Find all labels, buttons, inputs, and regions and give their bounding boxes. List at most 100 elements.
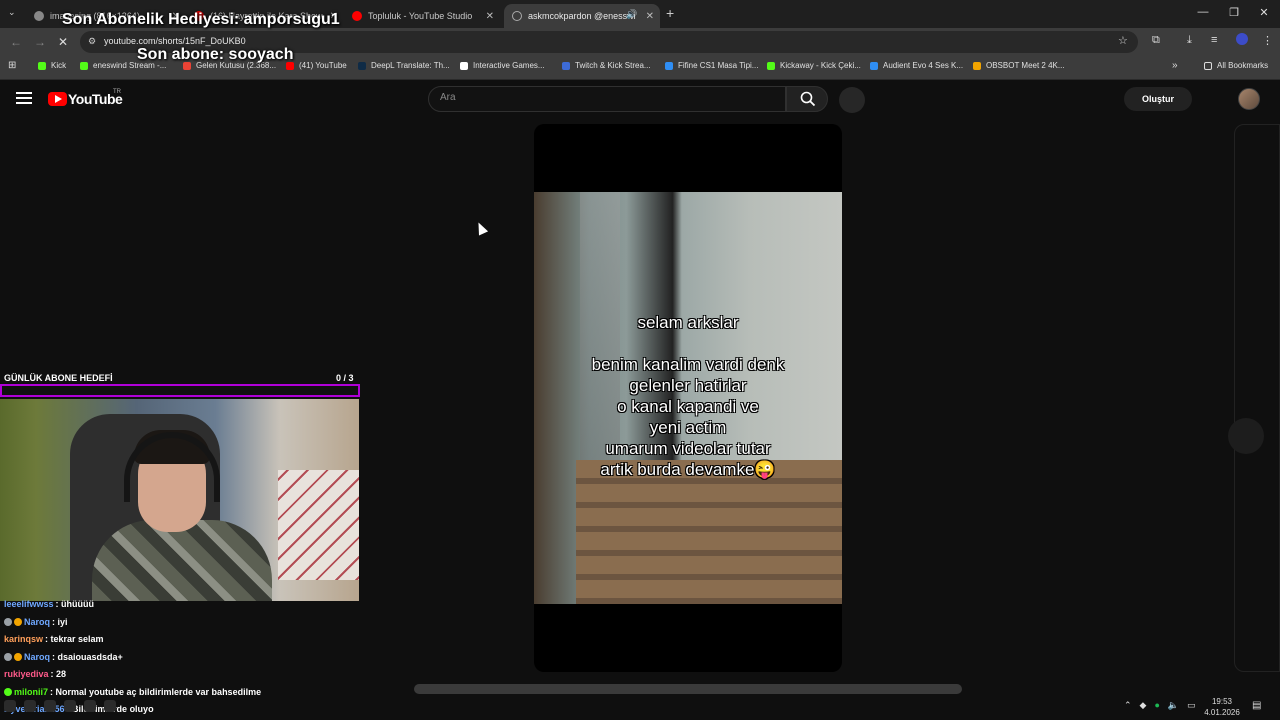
clock-time: 19:53 [1211, 697, 1233, 706]
next-short-button[interactable] [1228, 418, 1264, 454]
bookmark-label: Kickaway - Kick Çeki... [780, 61, 861, 70]
avatar[interactable] [1238, 88, 1260, 110]
chat-message: karinqsw: tekrar selam [4, 634, 104, 644]
caption-line: benim kanalim vardi denk [591, 355, 785, 374]
tab-search-icon[interactable]: ⌄ [8, 7, 16, 18]
video-caption: selam arkslar benim kanalim vardi denk g… [534, 312, 842, 480]
last-sub-overlay: Son abone: sooyach [137, 46, 294, 63]
reload-icon[interactable]: ✕ [58, 35, 68, 49]
country-code: TR [113, 89, 121, 95]
bookmark-label: DeepL Translate: Th... [371, 61, 450, 70]
notification-icon[interactable]: ▤ [1252, 700, 1261, 711]
discord-tray-icon[interactable]: ◆ [1140, 700, 1147, 711]
back-icon[interactable]: ← [10, 35, 22, 49]
media-controls-icon[interactable]: ≡ [1211, 34, 1217, 46]
chat-username: rukiyediva [4, 669, 49, 679]
sub-goal-label: GÜNLÜK ABONE HEDEFİ [4, 373, 113, 383]
profile-icon[interactable] [1236, 33, 1248, 45]
new-tab-button[interactable]: + [666, 5, 674, 21]
sub-goal-count: 0 / 3 [336, 373, 354, 383]
bookmark-interactive-games[interactable]: Interactive Games... [460, 61, 545, 70]
kick-icon [38, 61, 46, 70]
chat-username: leeelifwwss [4, 599, 54, 609]
bookmark-deepl[interactable]: DeepL Translate: Th... [358, 61, 450, 70]
obsbot-icon [973, 61, 981, 70]
extensions-icon[interactable]: ⧉ [1152, 34, 1160, 47]
chat-badge-icon [14, 618, 22, 626]
bookmark-label: Fifine CS1 Masa Tipi... [678, 61, 759, 70]
all-bookmarks[interactable]: All Bookmarks [1204, 61, 1268, 70]
bookmark-audient[interactable]: Audient Evo 4 Ses K... [870, 61, 963, 70]
obs-icon[interactable] [104, 700, 116, 712]
loading-icon [512, 11, 522, 21]
apps-grid-icon[interactable]: ⊞ [8, 60, 16, 71]
streamer-body [92, 520, 272, 601]
caption-line: artik burda devamke😜 [600, 460, 776, 479]
spotify-tray-icon[interactable]: ● [1154, 700, 1159, 711]
url-text[interactable]: youtube.com/shorts/15nF_DoUKB0 [104, 36, 246, 46]
chevron-up-icon[interactable]: ⌃ [1124, 700, 1132, 711]
chat-username: Naroq [24, 652, 51, 662]
chrome-icon[interactable] [44, 700, 56, 712]
chat-text: Normal youtube aç bildirimlerde var bahs… [55, 687, 262, 697]
spotify-icon[interactable] [84, 700, 96, 712]
network-icon[interactable]: ▭ [1187, 700, 1196, 711]
tab-label: Topluluk - YouTube Studio [368, 11, 473, 21]
speaker-icon[interactable]: 🔊 [626, 9, 637, 20]
bookmark-youtube[interactable]: (41) YouTube [286, 61, 347, 70]
browser-tab-3[interactable]: Topluluk - YouTube Studio ✕ [344, 4, 500, 28]
taskbar-clock[interactable]: 19:53 4.01.2026 [1202, 696, 1242, 718]
voice-search-button[interactable] [839, 87, 865, 113]
chat-text: ühüüüü [61, 599, 95, 609]
minimize-icon[interactable]: — [1188, 6, 1218, 18]
close-window-icon[interactable]: ✕ [1249, 6, 1279, 19]
download-icon[interactable]: ⤓ [1187, 34, 1192, 47]
bookmark-label: OBSBOT Meet 2 4K... [986, 61, 1065, 70]
chat-username: Naroq [24, 617, 51, 627]
chat-message: milonii7: Normal youtube aç bildirimlerd… [4, 687, 261, 697]
folder-icon [1204, 61, 1212, 70]
games-icon [460, 61, 468, 70]
bookmark-label: Audient Evo 4 Ses K... [883, 61, 964, 70]
bookmark-star-icon[interactable]: ☆ [1118, 34, 1128, 47]
close-icon[interactable]: ✕ [486, 11, 494, 22]
bookmark-kick[interactable]: Kick [38, 61, 66, 70]
deepl-icon [358, 61, 366, 70]
bookmark-fifine[interactable]: Fifine CS1 Masa Tipi... [665, 61, 758, 70]
bookmark-label: Twitch & Kick Strea... [575, 61, 651, 70]
last-gift-overlay: Son Abonelik Hediyesi: amporsugu1 [62, 11, 340, 28]
browser-tab-4[interactable]: askmcokpardon @enesswi 🔊 ✕ [504, 4, 660, 28]
play-icon [55, 95, 62, 103]
discord-icon[interactable] [64, 700, 76, 712]
bookmark-kickaway[interactable]: Kickaway - Kick Çeki... [767, 61, 861, 70]
file-explorer-icon[interactable] [24, 700, 36, 712]
kick-icon [80, 61, 88, 70]
bookmark-label: Interactive Games... [473, 61, 545, 70]
cp-icon [562, 61, 570, 70]
chat-username: milonii7 [14, 687, 49, 697]
chat-badge-icon [4, 653, 12, 661]
start-icon[interactable] [4, 700, 16, 712]
speaker-icon[interactable]: 🔈 [1168, 700, 1179, 711]
chat-message: rukiyediva: 28 [4, 669, 67, 679]
stairs-image [576, 460, 842, 604]
search-input[interactable] [440, 92, 770, 103]
check-icon [870, 61, 878, 70]
chat-badge-icon [4, 618, 12, 626]
kickaway-icon [767, 61, 775, 70]
bookmark-twitch-kick[interactable]: Twitch & Kick Strea... [562, 61, 651, 70]
create-button[interactable]: Oluştur [1124, 87, 1192, 111]
caption-title: selam arkslar [637, 313, 739, 332]
forward-icon[interactable]: → [34, 35, 46, 49]
bookmark-obsbot[interactable]: OBSBOT Meet 2 4K... [973, 61, 1065, 70]
close-icon[interactable]: ✕ [646, 11, 654, 22]
restore-icon[interactable]: ❐ [1219, 6, 1249, 19]
caption-line: gelenler hatirlar [629, 376, 747, 395]
more-menu-icon[interactable]: ⋮ [1262, 34, 1273, 47]
side-panel [1234, 124, 1280, 672]
bookmarks-overflow-icon[interactable]: » [1172, 60, 1178, 71]
site-info-icon[interactable]: ⚙ [88, 36, 96, 47]
search-button[interactable] [786, 86, 828, 112]
comments-bar[interactable] [414, 684, 962, 694]
hamburger-menu-icon[interactable] [16, 92, 32, 107]
